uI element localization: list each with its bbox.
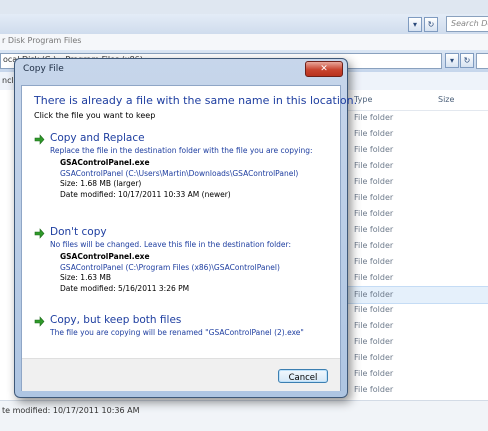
item-type: File folder	[354, 273, 394, 282]
top-toolbar: ▾ ↻	[0, 14, 488, 35]
item-type: File folder	[354, 337, 394, 346]
item-type: File folder	[354, 225, 394, 234]
list-item[interactable]: File folder	[340, 270, 488, 286]
green-arrow-icon	[34, 134, 45, 145]
item-type: File folder	[354, 353, 394, 362]
option-title: Copy and Replace	[50, 132, 145, 144]
list-item[interactable]: File folder	[340, 206, 488, 222]
item-type: File folder	[354, 321, 394, 330]
option-title: Don't copy	[50, 226, 107, 238]
file-date-modified: Date modified: 10/17/2011 10:33 AM (newe…	[60, 189, 231, 199]
details-pane: te modified: 10/17/2011 10:36 AM	[0, 400, 488, 431]
file-path: GSAControlPanel (C:\Users\Martin\Downloa…	[60, 168, 299, 178]
close-button[interactable]: ✕	[305, 61, 343, 77]
item-type: File folder	[354, 369, 394, 378]
option-title: Copy, but keep both files	[50, 314, 182, 326]
file-size: Size: 1.63 MB	[60, 273, 112, 282]
dialog-title: Copy File	[23, 64, 64, 74]
list-item[interactable]: File folder	[340, 238, 488, 254]
option-description: No files will be changed. Leave this fil…	[50, 240, 292, 249]
item-type: File folder	[354, 241, 394, 250]
file-size: Size: 1.68 MB (larger)	[60, 179, 142, 188]
copy-file-dialog: Copy File ✕ There is already a file with…	[14, 58, 357, 398]
address-dropdown-icon[interactable]: ▾	[445, 53, 459, 68]
green-arrow-icon	[34, 316, 45, 327]
dialog-heading: There is already a file with the same na…	[34, 94, 358, 107]
faint-address-bar: r Disk Program Files	[0, 34, 488, 51]
file-name: GSAControlPanel.exe	[60, 252, 150, 261]
search-input[interactable]: Search Do	[446, 16, 488, 32]
list-item[interactable]: File folder	[340, 318, 488, 334]
item-type: File folder	[354, 290, 394, 299]
item-type: File folder	[354, 257, 394, 266]
file-path: GSAControlPanel (C:\Program Files (x86)\…	[60, 262, 280, 272]
source-file-info: GSAControlPanel.exe GSAControlPanel (C:\…	[60, 158, 298, 200]
list-item[interactable]: File folder	[340, 254, 488, 270]
green-arrow-icon	[34, 228, 45, 239]
list-item[interactable]: File folder	[340, 142, 488, 158]
item-type: File folder	[354, 161, 394, 170]
list-item[interactable]: File folder	[340, 126, 488, 142]
list-item[interactable]: File folder	[340, 334, 488, 350]
list-item[interactable]: File folder	[340, 174, 488, 190]
address-refresh-icon[interactable]: ↻	[460, 53, 474, 68]
window-top-strip	[0, 0, 488, 14]
list-item[interactable]: File folder	[340, 350, 488, 366]
column-header: Type Size	[340, 90, 488, 111]
dialog-body: There is already a file with the same na…	[21, 85, 357, 391]
item-type: File folder	[354, 145, 394, 154]
status-date-modified: te modified: 10/17/2011 10:36 AM	[2, 406, 140, 415]
list-item[interactable]: File folder	[340, 158, 488, 174]
list-item[interactable]: File folder	[340, 302, 488, 318]
list-item[interactable]: File folder	[340, 222, 488, 238]
item-type: File folder	[354, 113, 394, 122]
option-description: Replace the file in the destination fold…	[50, 146, 313, 155]
copy-and-replace-option[interactable]: Copy and Replace Replace the file in the…	[34, 132, 332, 206]
column-size[interactable]: Size	[438, 95, 454, 104]
file-list: Type Size File folder File folder File fol…	[340, 90, 488, 400]
item-type: File folder	[354, 305, 394, 314]
search-input-2[interactable]	[476, 53, 488, 69]
dropdown-icon[interactable]: ▾	[408, 17, 422, 32]
file-name: GSAControlPanel.exe	[60, 158, 150, 167]
destination-file-info: GSAControlPanel.exe GSAControlPanel (C:\…	[60, 252, 280, 294]
list-item[interactable]: File folder	[340, 382, 488, 398]
option-description: The file you are copying will be renamed…	[50, 328, 304, 337]
faint-address-text: r Disk Program Files	[2, 36, 82, 45]
item-type: File folder	[354, 129, 394, 138]
list-item[interactable]: File folder	[340, 110, 488, 126]
item-type: File folder	[354, 385, 394, 394]
refresh-icon[interactable]: ↻	[424, 17, 438, 32]
keep-both-files-option[interactable]: Copy, but keep both files The file you a…	[34, 314, 332, 344]
file-date-modified: Date modified: 5/16/2011 3:26 PM	[60, 283, 190, 293]
item-type: File folder	[354, 177, 394, 186]
dialog-footer: Cancel	[22, 358, 340, 391]
cancel-button[interactable]: Cancel	[278, 369, 328, 383]
dont-copy-option[interactable]: Don't copy No files will be changed. Lea…	[34, 226, 332, 300]
dialog-subheading: Click the file you want to keep	[34, 111, 156, 120]
item-type: File folder	[354, 193, 394, 202]
item-type: File folder	[354, 209, 394, 218]
list-item[interactable]: File folder	[340, 190, 488, 206]
list-item[interactable]: File folder	[340, 366, 488, 382]
